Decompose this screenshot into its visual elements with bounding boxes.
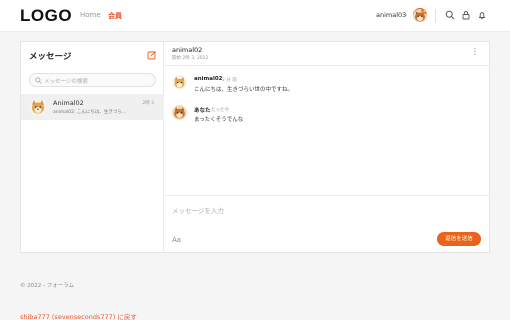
chat-area: animal02 開始 2時 3, 2022 ⋮ animal02 2 分 前 …	[164, 42, 489, 252]
top-navigation-bar: LOGO Home 会員 animal03 ⌄ 2	[0, 0, 510, 32]
nav-member-link[interactable]: 会員	[108, 11, 122, 21]
conversation-avatar	[29, 98, 47, 116]
sidebar-title: メッセージ	[29, 52, 72, 62]
message-composer: メッセージを入力 Aa 返信を送信	[164, 195, 489, 252]
message-input[interactable]: メッセージを入力	[172, 205, 224, 215]
message-text: こんにちは、生きづらい世の中ですね。	[194, 87, 294, 93]
user-avatar[interactable]: 2	[413, 8, 427, 22]
conversation-name: Animal02	[53, 99, 84, 107]
notification-badge: 2	[421, 8, 427, 14]
header-divider	[435, 9, 436, 23]
message-time: 2 分 前	[222, 78, 237, 83]
message-sender[interactable]: animal02	[194, 76, 223, 82]
more-options-icon[interactable]: ⋮	[471, 48, 479, 56]
conversation-list-item[interactable]: Animal02 2時 3 animal02: こんにちは、生きづら...	[21, 94, 164, 120]
chat-header: animal02 開始 2時 3, 2022 ⋮	[164, 42, 489, 66]
search-icon[interactable]	[445, 10, 455, 20]
nav-home-link[interactable]: Home	[80, 11, 101, 19]
search-icon	[35, 77, 42, 84]
message-text: まったくそうでんな	[194, 117, 244, 123]
message-avatar	[172, 75, 187, 90]
lock-icon[interactable]	[461, 10, 471, 20]
chat-message: あなた たった今 まったくそうでんな	[172, 103, 472, 129]
back-to-user-link[interactable]: shiba777 (sevenseconds777) に戻す	[20, 311, 137, 320]
conversation-sidebar: メッセージ メッセージの検索 Animal02 2時 3 animal02: こ…	[21, 42, 164, 252]
message-sender: あなた	[194, 108, 211, 114]
compose-icon[interactable]	[147, 50, 157, 60]
chat-title[interactable]: animal02	[172, 46, 202, 54]
user-menu-name[interactable]: animal03	[376, 11, 406, 19]
message-avatar	[172, 105, 187, 120]
footer-copyright: © 2022 - フォーラム	[20, 283, 75, 289]
dog-avatar-icon	[29, 98, 47, 116]
search-placeholder: メッセージの検索	[44, 79, 88, 85]
chat-message: animal02 2 分 前 こんにちは、生きづらい世の中ですね。	[172, 73, 472, 99]
logo[interactable]: LOGO	[20, 6, 72, 26]
message-search-input[interactable]: メッセージの検索	[29, 73, 156, 87]
chat-subtitle: 開始 2時 3, 2022	[172, 56, 209, 61]
dog-avatar-icon	[172, 105, 187, 120]
conversation-time: 2時 3	[142, 101, 154, 106]
message-time: たった今	[211, 108, 229, 113]
send-reply-button[interactable]: 返信を送信	[437, 232, 481, 246]
conversation-preview: animal02: こんにちは、生きづら...	[53, 110, 127, 115]
chevron-down-icon[interactable]: ⌄	[403, 11, 408, 18]
font-format-button[interactable]: Aa	[172, 236, 181, 244]
bell-icon[interactable]	[477, 10, 487, 20]
messages-panel: メッセージ メッセージの検索 Animal02 2時 3 animal02: こ…	[20, 41, 490, 253]
dog-avatar-icon	[172, 75, 187, 90]
